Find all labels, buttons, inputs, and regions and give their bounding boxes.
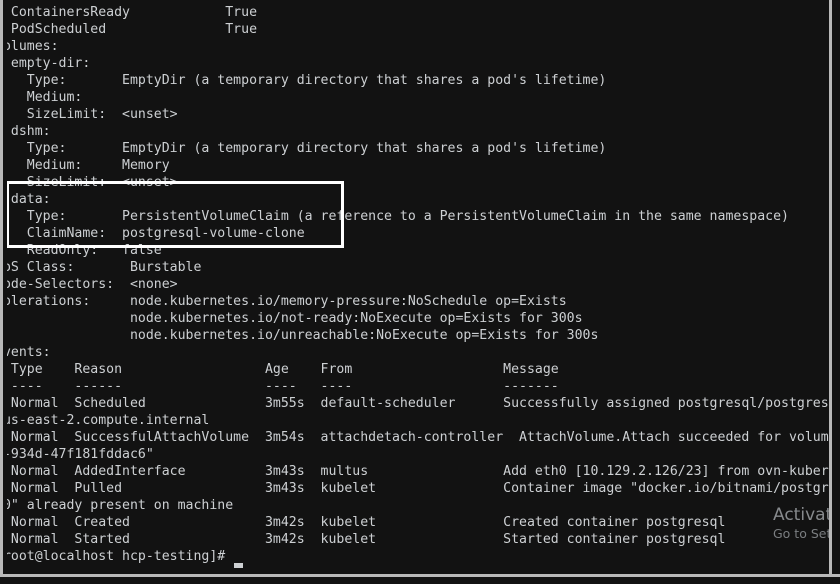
terminal-line: Normal AddedInterface 3m43s multus Add e… <box>0 463 829 480</box>
terminal-line: Type Reason Age From Message <box>0 361 559 378</box>
terminal-line: node.kubernetes.io/unreachable:NoExecute… <box>0 327 598 344</box>
terminal-line: Tolerations: node.kubernetes.io/memory-p… <box>0 293 567 310</box>
terminal-line: ContainersReady True <box>0 4 265 21</box>
terminal-line: Events: <box>0 344 51 361</box>
terminal-line: node.kubernetes.io/not-ready:NoExecute o… <box>0 310 583 327</box>
terminal-line: data: <box>0 191 51 208</box>
terminal-line: Normal Scheduled 3m55s default-scheduler… <box>0 395 829 412</box>
terminal-line: ClaimName: postgresql-volume-clone <box>0 225 305 242</box>
terminal-line: PodScheduled True <box>0 21 265 38</box>
terminal-line: Normal Pulled 3m43s kubelet Container im… <box>0 480 829 497</box>
terminal-line: empty-dir: <box>0 55 90 72</box>
terminal-line: ReadOnly: false <box>0 242 162 259</box>
terminal-line: Volumes: <box>0 38 59 55</box>
terminal-line: ---- ------ ---- ---- ------- <box>0 378 559 395</box>
terminal-cursor <box>234 563 243 568</box>
terminal-window: ContainersReady True PodScheduled True V… <box>0 0 840 584</box>
terminal-line: Normal Created 3m42s kubelet Created con… <box>0 514 725 531</box>
window-frame-right-outer <box>832 0 840 584</box>
terminal-line: [root@localhost hcp-testing]# <box>0 548 233 565</box>
terminal-line: r0" already present on machine <box>0 497 233 514</box>
terminal-line: Type: EmptyDir (a temporary directory th… <box>0 72 606 89</box>
terminal-line: Type: PersistentVolumeClaim (a reference… <box>0 208 789 225</box>
terminal-line: SizeLimit: <unset> <box>0 174 178 191</box>
terminal-output-area[interactable]: ContainersReady True PodScheduled True V… <box>0 0 829 574</box>
terminal-line: Type: EmptyDir (a temporary directory th… <box>0 140 606 157</box>
terminal-line: dshm: <box>0 123 51 140</box>
terminal-line: .us-east-2.compute.internal <box>0 412 209 429</box>
terminal-line: 8-934d-47f181fddac6" <box>0 446 154 463</box>
terminal-line: Medium: <box>0 89 122 106</box>
terminal-line: Normal Started 3m42s kubelet Started con… <box>0 531 725 548</box>
terminal-line: Node-Selectors: <none> <box>0 276 178 293</box>
window-frame-bottom-outer <box>0 577 840 584</box>
terminal-line: Normal SuccessfulAttachVolume 3m54s atta… <box>0 429 829 446</box>
window-frame-left-inner <box>3 0 7 584</box>
terminal-line: SizeLimit: <unset> <box>0 106 178 123</box>
terminal-line: QoS Class: Burstable <box>0 259 201 276</box>
terminal-line: Medium: Memory <box>0 157 170 174</box>
